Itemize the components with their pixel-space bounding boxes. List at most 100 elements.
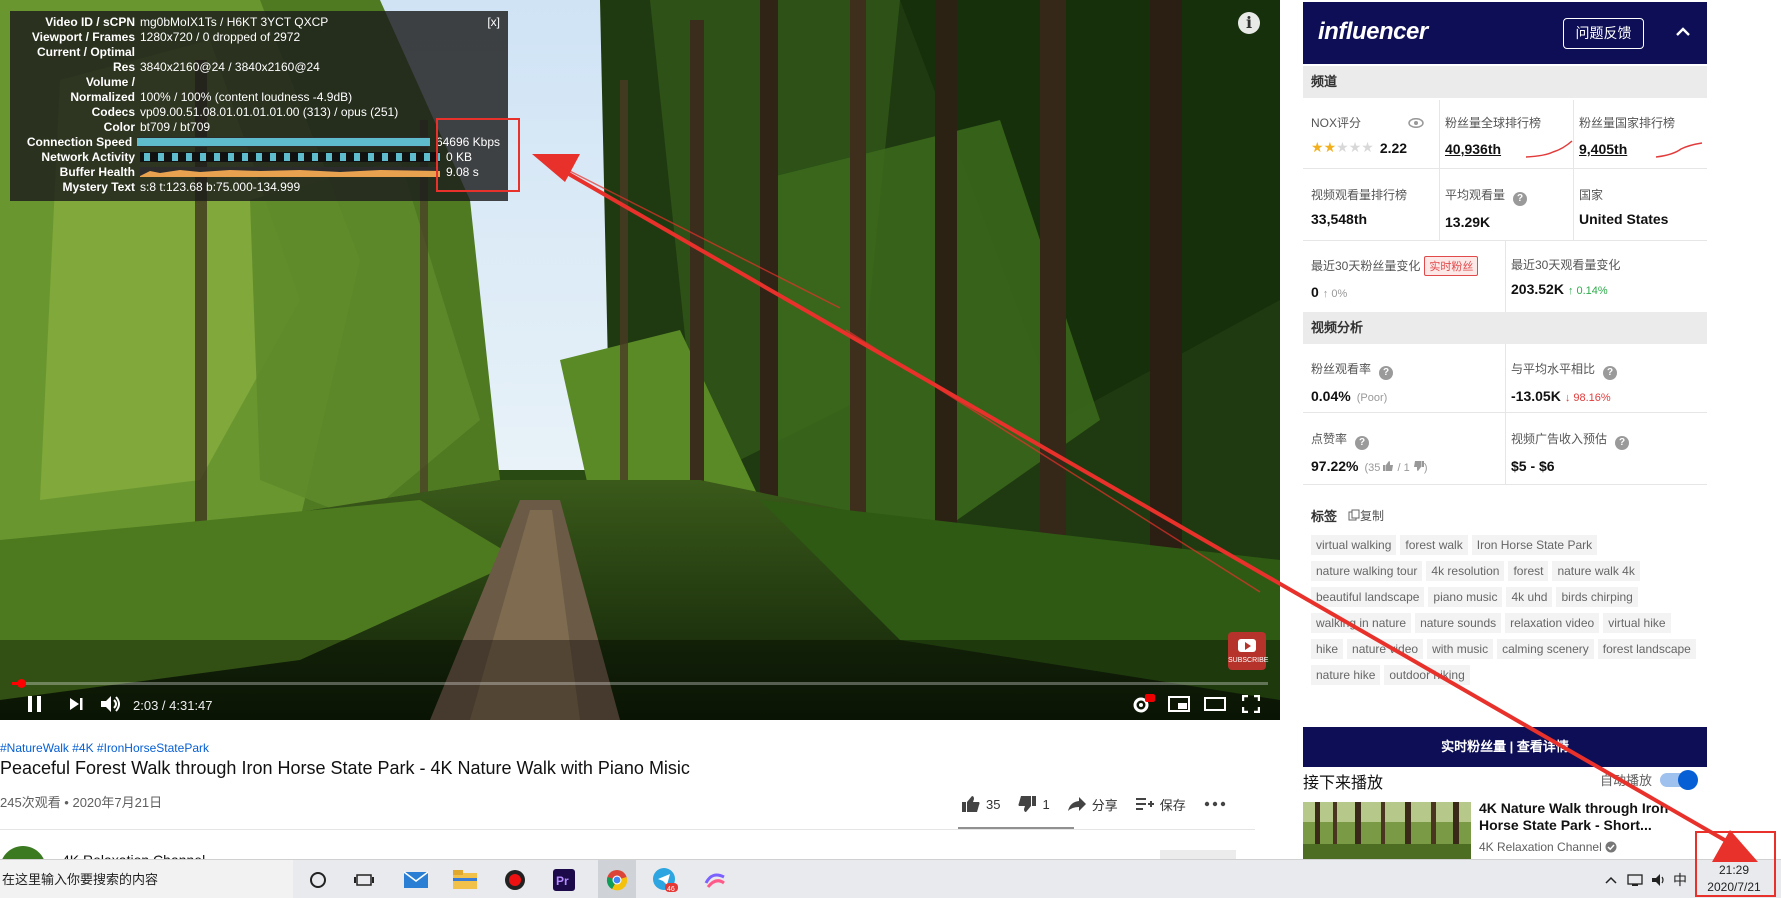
tag-chip[interactable]: piano music <box>1428 587 1503 607</box>
tag-chip[interactable]: forest <box>1508 561 1549 581</box>
tag-chip[interactable]: virtual walking <box>1311 535 1397 555</box>
nox-score-value: 2.22 <box>1379 139 1408 156</box>
chevron-up-icon[interactable] <box>1605 876 1617 884</box>
network-icon[interactable] <box>1627 873 1643 887</box>
taskbar-search-box[interactable]: 在这里输入你要搜索的内容 <box>0 860 293 898</box>
tag-chip[interactable]: with music <box>1427 639 1494 659</box>
fullscreen-icon <box>1242 695 1260 713</box>
theater-button[interactable] <box>1202 692 1228 716</box>
task-view-icon[interactable] <box>351 867 377 893</box>
realtime-fans-button[interactable]: 实时粉丝量 | 查看详情 <box>1303 727 1707 767</box>
mail-icon[interactable] <box>403 867 429 893</box>
thumbs-up-icon <box>1383 461 1394 471</box>
views-rank-cell: 视频观看量排行榜 33,548th <box>1311 186 1439 227</box>
autoplay-switch[interactable] <box>1660 769 1699 790</box>
up-next-title: 接下来播放 <box>1303 775 1384 792</box>
tag-chip[interactable]: outdoor hiking <box>1384 665 1470 685</box>
tag-chip[interactable]: birds chirping <box>1556 587 1638 607</box>
tag-chip[interactable]: nature walking tour <box>1311 561 1423 581</box>
fans-change-pct: ↑ 0% <box>1322 288 1348 300</box>
tag-chip[interactable]: virtual hike <box>1603 613 1671 633</box>
file-explorer-icon[interactable] <box>452 867 478 893</box>
more-actions-button[interactable] <box>1204 801 1232 807</box>
tag-chip[interactable]: 4k resolution <box>1426 561 1505 581</box>
telegram-icon[interactable]: 46 <box>652 867 678 893</box>
tag-chip[interactable]: hike <box>1311 639 1344 659</box>
fullscreen-button[interactable] <box>1238 692 1264 716</box>
video-hashtags[interactable]: #NatureWalk #4K #IronHorseStatePark <box>0 741 209 755</box>
help-icon[interactable]: ? <box>1355 436 1370 450</box>
tag-chip[interactable]: 4k uhd <box>1506 587 1553 607</box>
tag-chip[interactable]: nature hike <box>1311 665 1381 685</box>
progress-bar[interactable] <box>12 679 1268 688</box>
dislike-button[interactable]: 1 <box>1018 796 1050 812</box>
ime-indicator[interactable]: 中 <box>1673 870 1687 890</box>
chevron-up-icon[interactable] <box>1676 24 1690 40</box>
stats-value: 3840x2160@24 / 3840x2160@24 <box>140 60 320 74</box>
share-icon <box>1067 797 1086 811</box>
global-rank-value[interactable]: 40,936th <box>1445 141 1501 157</box>
realtime-fans-badge[interactable]: 实时粉丝 <box>1424 256 1479 276</box>
tag-chip[interactable]: forest landscape <box>1597 639 1696 659</box>
stats-key: Video ID / sCPN <box>45 15 135 29</box>
influencer-logo: influencer <box>1318 18 1428 45</box>
stats-row: Codecs vp09.00.51.08.01.01.01.01.00 (313)… <box>18 105 500 120</box>
screen-recorder-icon[interactable] <box>502 867 528 893</box>
views-change-cell: 最近30天观看量变化 203.52K ↑ 0.14% <box>1511 256 1703 297</box>
stats-close-button[interactable]: [x] <box>487 15 500 30</box>
volume-button[interactable] <box>98 692 124 716</box>
app-icon[interactable] <box>702 867 728 893</box>
trend-sparkline-icon <box>1525 140 1573 158</box>
tag-chip[interactable]: relaxation video <box>1505 613 1600 633</box>
stats-value: mg0bMoIX1Ts / H6KT 3YCT QXCP <box>140 15 329 29</box>
autoplay-toggle[interactable]: 自动播放 <box>1600 769 1699 790</box>
tag-chip[interactable]: Iron Horse State Park <box>1471 535 1598 555</box>
help-icon[interactable]: ? <box>1603 366 1618 380</box>
recommended-title[interactable]: 4K Nature Walk through Iron Horse State … <box>1479 800 1689 834</box>
tag-chip[interactable]: nature sounds <box>1415 613 1502 633</box>
like-rate-note: (35 / 1 ) <box>1364 461 1427 474</box>
tag-chip[interactable]: beautiful landscape <box>1311 587 1425 607</box>
cortana-icon[interactable] <box>305 867 331 893</box>
time-display: 2:03 / 4:31:47 <box>133 698 213 713</box>
like-button[interactable]: 35 <box>962 796 1000 812</box>
stats-row: Volume / <box>18 75 500 90</box>
global-rank-cell: 粉丝量全球排行榜 40,936th <box>1445 114 1573 159</box>
info-icon[interactable]: i <box>1238 12 1260 34</box>
copy-tags-button[interactable]: 复制 <box>1348 507 1384 524</box>
tag-chip[interactable]: nature video <box>1347 639 1424 659</box>
recommended-thumbnail[interactable] <box>1303 802 1471 860</box>
help-icon[interactable]: ? <box>1379 366 1394 380</box>
recommended-channel[interactable]: 4K Relaxation Channel <box>1479 840 1617 854</box>
stats-value: 1280x720 / 0 dropped of 2972 <box>140 30 301 44</box>
feedback-button[interactable]: 问题反馈 <box>1563 18 1644 49</box>
avg-views-value: 13.29K <box>1445 214 1491 230</box>
gear-icon <box>1133 694 1155 713</box>
video-player[interactable]: i SUBSCRIBE 2:03 / 4:31:47 [x] Video ID … <box>0 0 1280 720</box>
tag-chip[interactable]: walking in nature <box>1311 613 1412 633</box>
next-button[interactable] <box>64 692 88 716</box>
settings-button[interactable] <box>1130 692 1156 716</box>
grid-divider <box>1303 412 1707 413</box>
video-actions: 35 1 分享 保存 <box>962 792 1250 816</box>
help-icon[interactable]: ? <box>1513 192 1528 206</box>
premiere-pro-icon[interactable]: Pr <box>551 867 577 893</box>
tag-chip[interactable]: forest walk <box>1400 535 1468 555</box>
country-rank-value[interactable]: 9,405th <box>1579 141 1627 157</box>
help-icon[interactable]: ? <box>1615 436 1630 450</box>
share-button[interactable]: 分享 <box>1067 795 1118 814</box>
clock[interactable]: 21:29 2020/7/21 <box>1700 862 1768 896</box>
save-button[interactable]: 保存 <box>1135 795 1186 814</box>
country-rank-label: 粉丝量国家排行榜 <box>1579 116 1676 130</box>
chrome-icon[interactable] <box>598 860 636 898</box>
subscribe-watermark[interactable]: SUBSCRIBE <box>1228 632 1268 670</box>
speaker-icon[interactable] <box>1651 873 1667 887</box>
miniplayer-button[interactable] <box>1166 692 1192 716</box>
tag-chip[interactable]: calming scenery <box>1497 639 1594 659</box>
pause-button[interactable] <box>22 692 48 716</box>
tag-chip[interactable]: nature walk 4k <box>1552 561 1640 581</box>
stats-row: Network Activity 0 KB <box>18 150 500 165</box>
volume-icon <box>101 696 120 712</box>
eye-icon[interactable] <box>1408 117 1425 129</box>
thumbs-down-icon <box>1413 461 1424 471</box>
